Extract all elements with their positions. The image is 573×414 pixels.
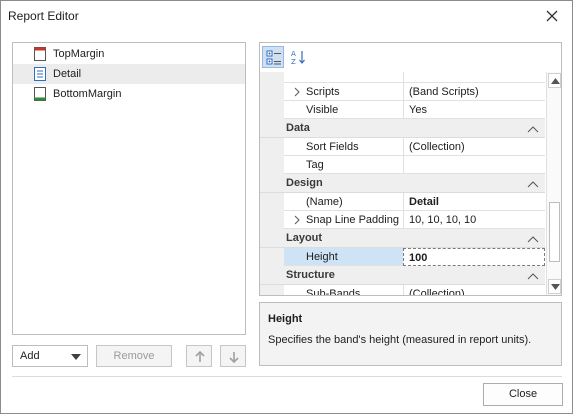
property-value[interactable]: [403, 156, 545, 174]
property-row-snap-line-padding[interactable]: Snap Line Padding 10, 10, 10, 10: [260, 211, 545, 229]
row-gutter: [260, 211, 284, 229]
remove-button[interactable]: Remove: [96, 345, 172, 367]
caret-up-icon: [551, 78, 560, 84]
row-gutter: [260, 285, 284, 295]
chevron-right-icon[interactable]: [292, 87, 302, 97]
svg-text:A: A: [291, 50, 296, 58]
tree-item-topmargin[interactable]: TopMargin: [13, 44, 245, 64]
property-value[interactable]: Detail: [403, 193, 545, 211]
property-description-panel: Height Specifies the band's height (meas…: [259, 302, 562, 366]
scroll-up-button[interactable]: [548, 73, 561, 88]
row-gutter: [260, 101, 284, 119]
row-gutter: [260, 156, 284, 174]
property-name: Sort Fields: [284, 138, 403, 156]
property-name: Sub-Bands: [284, 285, 403, 295]
chevron-up-icon[interactable]: [527, 124, 539, 133]
bottom-margin-band-icon: [34, 87, 46, 101]
property-row-tag[interactable]: Tag: [260, 156, 545, 174]
close-button[interactable]: Close: [483, 383, 563, 406]
chevron-up-icon[interactable]: [527, 234, 539, 243]
arrow-up-icon: [195, 350, 205, 362]
window-title: Report Editor: [8, 9, 79, 23]
tree-item-label: TopMargin: [53, 48, 105, 60]
category-label: Data: [286, 122, 310, 134]
property-list: Scripts (Band Scripts) Visible Yes Data …: [260, 72, 545, 295]
property-value[interactable]: (Collection): [403, 138, 545, 156]
svg-text:Z: Z: [291, 58, 296, 65]
property-value[interactable]: Yes: [403, 101, 545, 119]
property-grid[interactable]: A Z Scripts (Band Scripts) Visible Yes D…: [259, 42, 562, 296]
property-value[interactable]: (Collection): [403, 285, 545, 295]
footer-divider: [12, 376, 562, 377]
tree-item-label: BottomMargin: [53, 88, 122, 100]
row-gutter: [260, 138, 284, 156]
sort-alphabetical-icon: A Z: [291, 50, 305, 65]
top-margin-band-icon: [34, 47, 46, 61]
tree-item-bottommargin[interactable]: BottomMargin: [13, 84, 245, 104]
title-bar: Report Editor: [1, 1, 572, 31]
chevron-up-icon[interactable]: [527, 179, 539, 188]
property-row-sub-bands[interactable]: Sub-Bands (Collection): [260, 285, 545, 295]
property-name: Visible: [284, 101, 403, 119]
property-row-name[interactable]: (Name) Detail: [260, 193, 545, 211]
tree-item-label: Detail: [53, 68, 82, 80]
band-tree[interactable]: TopMargin Detail BottomMargin: [12, 42, 246, 335]
row-gutter: [260, 83, 284, 101]
row-gutter: [260, 193, 284, 211]
tree-item-detail[interactable]: Detail: [13, 64, 245, 84]
property-grid-toolbar: A Z: [260, 43, 561, 71]
categorized-icon: [266, 50, 281, 65]
alphabetical-view-button[interactable]: A Z: [288, 46, 310, 68]
add-dropdown[interactable]: Add: [12, 345, 88, 367]
description-text: Specifies the band's height (measured in…: [268, 334, 532, 346]
property-name: (Name): [284, 193, 403, 211]
property-row-height[interactable]: Height 100: [260, 248, 545, 266]
row-gutter: [260, 72, 284, 83]
description-title: Height: [268, 313, 303, 325]
chevron-down-icon: [71, 354, 81, 360]
height-input[interactable]: 100: [403, 248, 545, 266]
property-name: [284, 72, 403, 83]
property-value[interactable]: 10, 10, 10, 10: [403, 211, 545, 229]
chevron-up-icon[interactable]: [527, 271, 539, 280]
categorized-view-button[interactable]: [262, 46, 284, 68]
detail-band-icon: [34, 67, 46, 81]
row-gutter: [260, 248, 284, 266]
scroll-down-button[interactable]: [548, 279, 561, 294]
category-label: Design: [286, 177, 323, 189]
property-row-visible[interactable]: Visible Yes: [260, 101, 545, 119]
report-editor-dialog: Report Editor TopMargin Detail BottomMar…: [0, 0, 573, 414]
category-structure[interactable]: Structure: [260, 266, 545, 285]
caret-down-icon: [551, 284, 560, 290]
add-label: Add: [20, 350, 40, 362]
category-design[interactable]: Design: [260, 174, 545, 193]
category-label: Layout: [286, 232, 323, 244]
property-value: [403, 72, 545, 83]
category-data[interactable]: Data: [260, 119, 545, 138]
property-name: Height: [284, 248, 403, 266]
category-layout[interactable]: Layout: [260, 229, 545, 248]
move-down-button[interactable]: [220, 345, 246, 367]
property-row-scripts[interactable]: Scripts (Band Scripts): [260, 83, 545, 101]
property-name: Tag: [284, 156, 403, 174]
category-label: Structure: [286, 269, 335, 281]
property-grid-scrollbar[interactable]: [546, 72, 561, 295]
move-up-button[interactable]: [186, 345, 212, 367]
close-icon[interactable]: [542, 6, 562, 26]
property-row-partial: [260, 72, 545, 83]
arrow-down-icon: [229, 352, 239, 364]
property-row-sort-fields[interactable]: Sort Fields (Collection): [260, 138, 545, 156]
scroll-thumb[interactable]: [549, 202, 560, 262]
property-value[interactable]: (Band Scripts): [403, 83, 545, 101]
chevron-right-icon[interactable]: [292, 215, 302, 225]
